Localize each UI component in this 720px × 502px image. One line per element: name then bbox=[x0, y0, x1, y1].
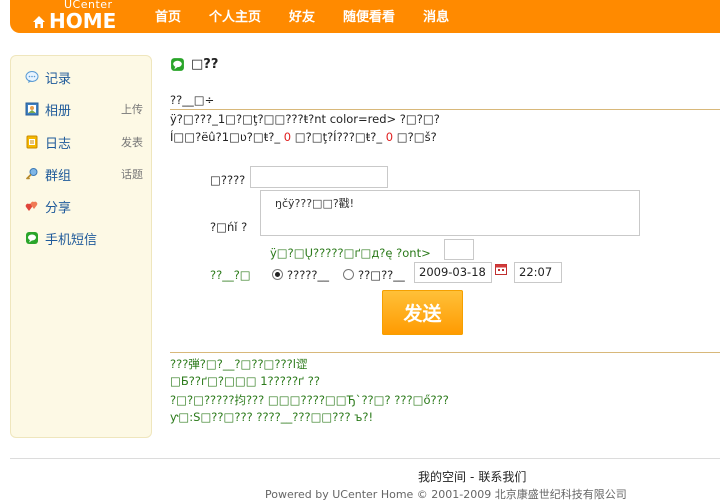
nav-profile[interactable]: 个人主页 bbox=[209, 6, 261, 25]
sidebar-item-label: 记录 bbox=[45, 71, 72, 87]
footer-links: 我的空间 - 联系我们 bbox=[418, 468, 526, 485]
sidebar-item-sms[interactable]: 手机短信 bbox=[25, 227, 143, 249]
sidebar-item-label: 手机短信 bbox=[45, 232, 98, 248]
footer-separator: - bbox=[470, 470, 475, 484]
count-text: Í□□?ëû?1□ʋ?□ŧ?_ bbox=[170, 130, 284, 144]
footer-divider bbox=[10, 458, 720, 459]
divider bbox=[170, 352, 720, 353]
sidebar-item-share[interactable]: 分享 bbox=[25, 195, 143, 217]
page-title-text: □?? bbox=[191, 56, 219, 72]
top-header: UCenter HOME 首页 个人主页 好友 随便看看 消息 bbox=[10, 0, 720, 33]
info-line: ÿ?□???_1□?□ţ?□□???ŧ?nt color=red> ?□?□? bbox=[170, 112, 440, 126]
radio-send-now-label: ?????__ bbox=[287, 268, 330, 282]
hint-text: ÿ□?□Ų?????□ґ□д?ę ?ont> bbox=[270, 246, 431, 260]
recipient-label: □???? bbox=[210, 173, 246, 187]
note-line: ?□?□?????抣??? □□□????□□Ђ`??□? ???□ő??? bbox=[170, 393, 449, 407]
send-time-label: ??__?□ bbox=[210, 268, 251, 282]
note-line: ƴ□:S□??□??? ????__???□□??? ъ?! bbox=[170, 410, 374, 424]
send-button[interactable]: 发送 bbox=[382, 290, 463, 335]
nav-explore[interactable]: 随便看看 bbox=[343, 6, 395, 25]
sidebar-item-blog[interactable]: 日志 发表 bbox=[25, 131, 143, 153]
calendar-icon[interactable] bbox=[495, 263, 507, 275]
sidebar-item-records[interactable]: 记录 bbox=[25, 66, 143, 88]
sidebar: 记录 相册 上传 日志 发表 群组 话题 分享 手机短信 bbox=[10, 55, 152, 438]
radio-schedule[interactable] bbox=[343, 269, 354, 280]
count-text: □?□ţ?Í???□ŧ?_ bbox=[291, 130, 386, 144]
count-line: Í□□?ëû?1□ʋ?□ŧ?_ 0 □?□ţ?Í???□ŧ?_ 0 □?□š? bbox=[170, 130, 437, 144]
recipient-input[interactable] bbox=[250, 166, 388, 188]
count-value: 0 bbox=[283, 130, 292, 144]
message-textarea[interactable]: ŋčÿ???□□?戳! bbox=[260, 190, 640, 236]
topic-link[interactable]: 话题 bbox=[121, 166, 143, 182]
date-input[interactable]: 2009-03-18 bbox=[414, 262, 492, 283]
page-title: □?? bbox=[170, 55, 218, 73]
radio-send-now[interactable] bbox=[272, 269, 283, 280]
note-line: □Б??ґ□?□□□ 1?????ґ ?? bbox=[170, 374, 320, 388]
nav-friends[interactable]: 好友 bbox=[289, 6, 315, 25]
hearts-icon bbox=[25, 201, 38, 211]
main-nav: 首页 个人主页 好友 随便看看 消息 bbox=[155, 6, 477, 25]
time-input[interactable]: 22:07 bbox=[514, 262, 562, 283]
blog-notebook-icon bbox=[26, 135, 38, 149]
copyright: Powered by UCenter Home © 2001-2009 北京康盛… bbox=[265, 488, 627, 501]
count-text: □?□š? bbox=[393, 130, 437, 144]
green-sms-icon bbox=[171, 57, 184, 71]
my-space-link[interactable]: 我的空间 bbox=[418, 470, 466, 484]
logo-main-text: HOME bbox=[32, 9, 116, 33]
sidebar-item-label: 相册 bbox=[45, 103, 72, 119]
nav-home[interactable]: 首页 bbox=[155, 6, 181, 25]
content-label: ?□ńǐ ? bbox=[210, 220, 248, 234]
home-icon bbox=[33, 16, 45, 28]
section-heading: ??__□÷ bbox=[170, 93, 215, 107]
radio-schedule-label: ??□??__ bbox=[358, 268, 405, 282]
green-sms-icon bbox=[26, 232, 38, 244]
sidebar-item-label: 群组 bbox=[45, 168, 72, 184]
group-key-icon bbox=[25, 168, 38, 180]
divider bbox=[170, 109, 720, 110]
contact-us-link[interactable]: 联系我们 bbox=[478, 470, 526, 484]
photo-album-icon bbox=[25, 102, 39, 116]
sidebar-item-label: 日志 bbox=[45, 136, 72, 152]
sidebar-item-groups[interactable]: 群组 话题 bbox=[25, 163, 143, 185]
count-value: 0 bbox=[385, 130, 394, 144]
chat-bubble-icon bbox=[25, 71, 39, 83]
small-input[interactable] bbox=[444, 239, 474, 260]
upload-link[interactable]: 上传 bbox=[121, 101, 143, 117]
sidebar-item-album[interactable]: 相册 上传 bbox=[25, 98, 143, 120]
logo-home-label: HOME bbox=[49, 9, 117, 33]
nav-messages[interactable]: 消息 bbox=[423, 6, 449, 25]
publish-link[interactable]: 发表 bbox=[121, 134, 143, 150]
note-line: ???弾?□?__?□??□???l䜧 bbox=[170, 357, 308, 371]
sidebar-item-label: 分享 bbox=[45, 200, 72, 216]
